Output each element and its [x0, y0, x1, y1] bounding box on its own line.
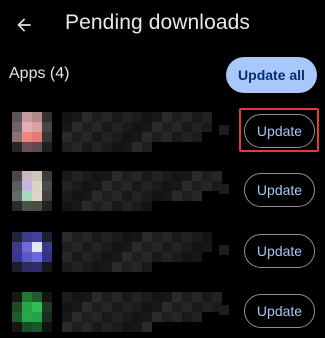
update-button[interactable]: Update: [244, 234, 315, 268]
redacted-block: [219, 125, 229, 135]
app-name-redacted: [62, 232, 232, 272]
update-button[interactable]: Update: [244, 294, 315, 328]
app-row[interactable]: Update: [0, 104, 325, 160]
app-icon: [12, 292, 52, 332]
app-name-redacted: [62, 112, 232, 152]
update-button[interactable]: Update: [244, 114, 315, 148]
app-name-redacted: [62, 171, 232, 211]
update-all-button[interactable]: Update all: [226, 57, 317, 93]
app-row[interactable]: Update: [0, 163, 325, 219]
back-button[interactable]: [10, 11, 38, 39]
redacted-block: [219, 245, 229, 255]
page-title: Pending downloads: [65, 11, 251, 34]
app-name-redacted: [62, 292, 232, 332]
top-app-bar: Pending downloads: [0, 0, 325, 50]
redacted-block: [219, 305, 229, 315]
app-row[interactable]: Update: [0, 224, 325, 280]
app-icon: [12, 232, 52, 272]
update-button[interactable]: Update: [244, 173, 315, 207]
app-row[interactable]: Update: [0, 284, 325, 338]
app-icon: [12, 112, 52, 152]
app-icon: [12, 171, 52, 211]
arrow-back-icon: [17, 18, 31, 32]
apps-section-title: Apps (4): [9, 65, 70, 82]
redacted-block: [219, 184, 229, 194]
